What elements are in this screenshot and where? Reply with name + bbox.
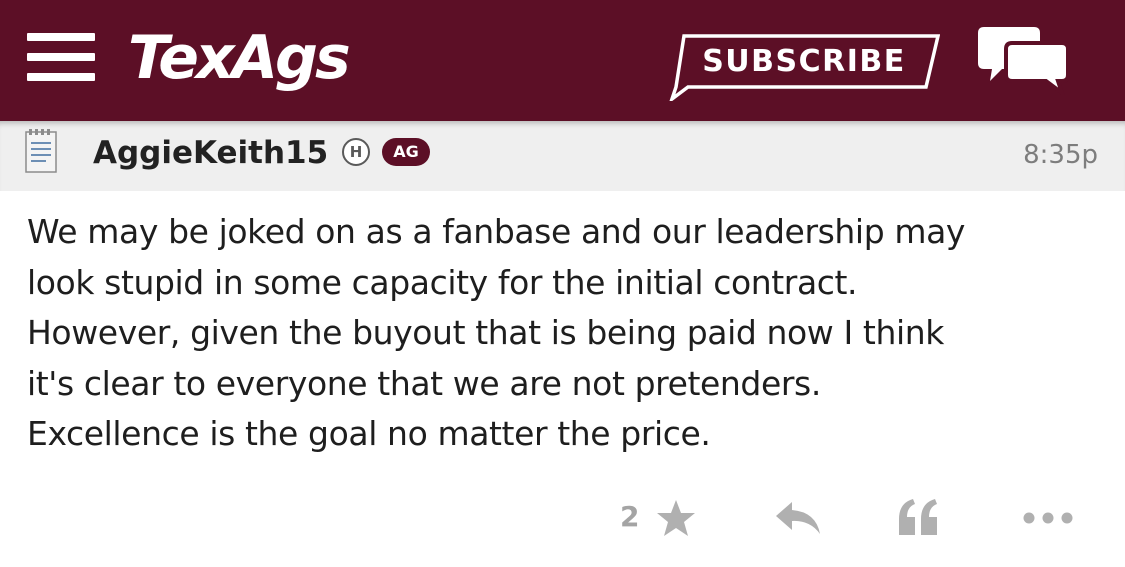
quote-icon[interactable] [897,497,941,537]
chat-bubbles-icon[interactable] [978,25,1070,99]
subscribe-label: SUBSCRIBE [702,44,906,79]
ag-badge: AG [382,138,430,166]
subscribe-button[interactable]: SUBSCRIBE [668,33,940,101]
h-badge: H [342,138,370,166]
post-timestamp: 8:35p [1023,140,1098,170]
notepad-icon [24,126,58,174]
texags-logo[interactable]: TexAgs [128,22,351,94]
hamburger-menu-icon[interactable] [27,33,95,81]
post-body: We may be joked on as a fanbase and our … [27,207,1102,460]
post-body-line: look stupid in some capacity for the ini… [27,262,858,302]
post-header: AggieKeith15 H AG 8:35p [0,121,1125,191]
star-count: 2 [620,500,640,533]
post-body-line: However, given the buyout that is being … [27,313,944,352]
more-options-icon[interactable] [1022,510,1074,524]
top-header: TexAgs SUBSCRIBE [0,0,1125,121]
post-username[interactable]: AggieKeith15 [93,133,328,173]
reply-icon[interactable] [774,500,822,536]
post-body-line: it's clear to everyone that we are not p… [27,363,821,403]
post-body-line: Excellence is the goal no matter the pri… [27,414,711,453]
star-icon[interactable] [656,499,696,537]
post-body-line: We may be joked on as a fanbase and our … [27,212,966,251]
